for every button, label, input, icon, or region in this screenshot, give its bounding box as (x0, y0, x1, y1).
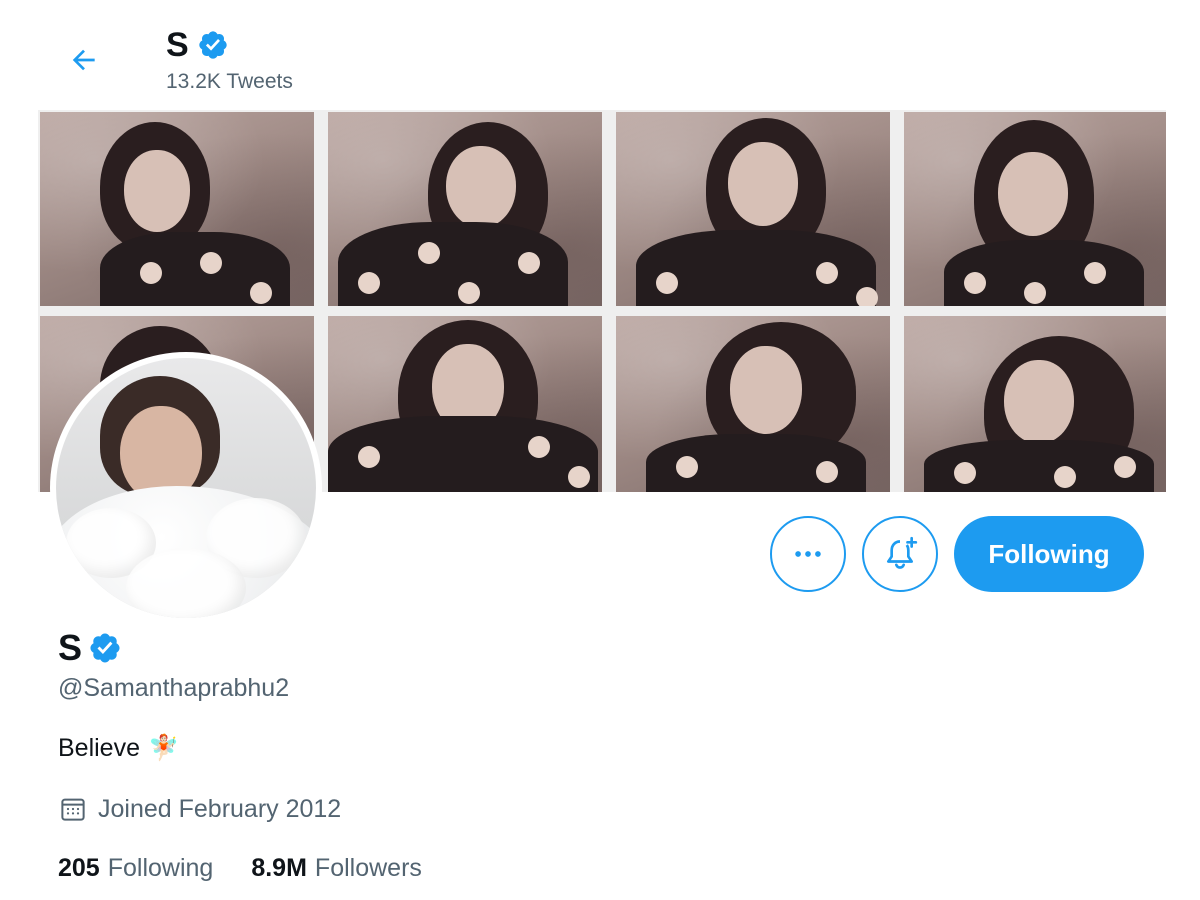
joined-text: Joined February 2012 (98, 794, 342, 823)
banner-photo-3 (616, 112, 890, 306)
fairy-emoji-icon: 🧚🏻 (148, 734, 180, 762)
verified-badge-icon (199, 31, 227, 59)
banner-photo-1 (40, 112, 314, 306)
banner-photo-4 (904, 112, 1166, 306)
following-button[interactable]: Following (954, 516, 1144, 592)
followers-count: 8.9M (251, 854, 307, 882)
following-count: 205 (58, 854, 100, 882)
header-name: S (166, 26, 189, 64)
notifications-button[interactable] (862, 516, 938, 592)
bio-text: Believe (58, 734, 140, 762)
arrow-left-icon (72, 49, 95, 71)
followers-label: Followers (314, 854, 422, 882)
banner-photo-6 (328, 316, 602, 492)
more-options-button[interactable] (770, 516, 846, 592)
following-stat-link[interactable]: 205 Following (58, 854, 213, 883)
display-name: S (58, 627, 83, 668)
banner-photo-2 (328, 112, 602, 306)
bell-plus-icon (887, 536, 918, 569)
following-label: Following (107, 854, 214, 882)
header-title: S (166, 26, 229, 64)
banner-photo-7 (616, 316, 890, 492)
profile-header: S 13.2K Tweets (28, 0, 1174, 110)
profile-page: S 13.2K Tweets Following S @Samanthaprab… (28, 0, 1174, 900)
profile-bio: Believe 🧚🏻 (58, 734, 179, 763)
profile-name: S (58, 628, 122, 668)
verified-badge-icon (90, 633, 120, 663)
back-button[interactable] (62, 38, 106, 82)
followers-stat-link[interactable]: 8.9M Followers (251, 854, 422, 883)
profile-stats: 205 Following 8.9M Followers (58, 854, 422, 883)
banner-photo-8 (904, 316, 1166, 492)
avatar-photo (56, 358, 316, 618)
more-icon (795, 551, 821, 557)
calendar-icon (61, 798, 85, 821)
profile-avatar[interactable] (50, 352, 322, 624)
tweet-count: 13.2K Tweets (166, 70, 293, 93)
profile-handle: @Samanthaprabhu2 (58, 674, 290, 702)
joined-date: Joined February 2012 (58, 794, 341, 824)
